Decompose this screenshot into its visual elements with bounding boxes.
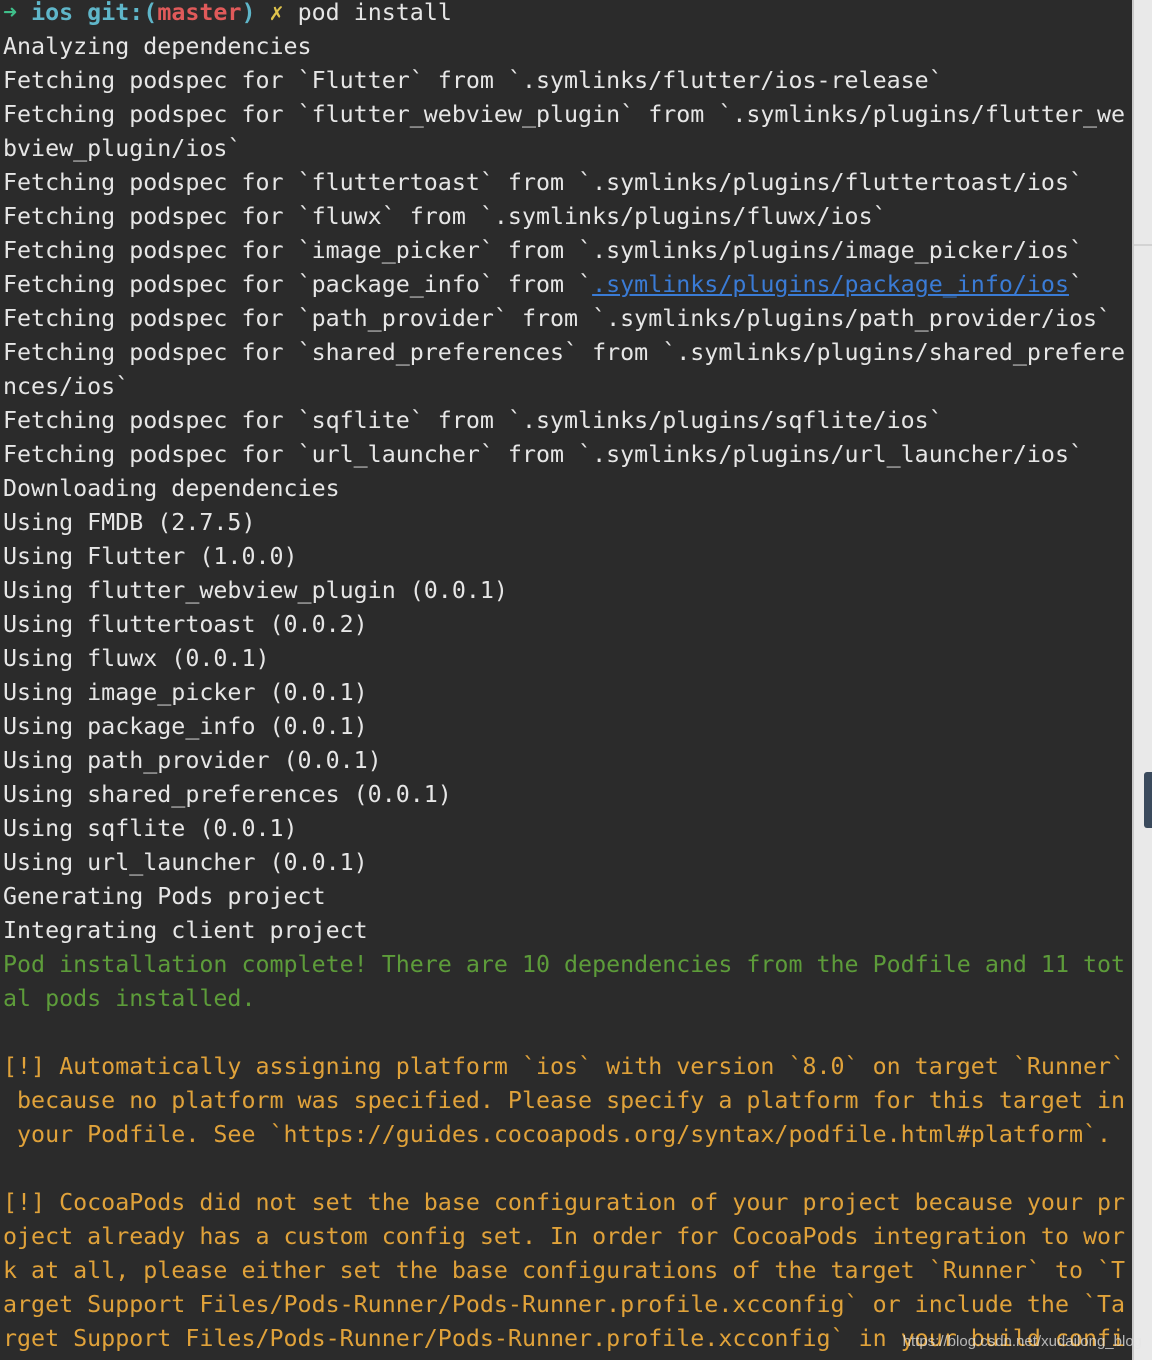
- warning-line: arget Support Files/Pods-Runner/Pods-Run…: [3, 1291, 1126, 1318]
- terminal-output: ➜ ios git:(master) ✗ pod install Analyzi…: [3, 0, 1125, 1356]
- output-line: Fetching podspec for `Flutter` from `.sy…: [3, 67, 943, 94]
- success-line: Pod installation complete! There are 10 …: [3, 951, 1126, 978]
- prompt-dirty-icon: ✗: [269, 0, 284, 26]
- prompt-git-close: ): [241, 0, 256, 26]
- output-line-with-link: Fetching podspec for `package_info` from…: [3, 268, 1125, 302]
- output-line: Fetching podspec for `sqflite` from `.sy…: [3, 407, 943, 434]
- path-link[interactable]: .symlinks/plugins/package_info/ios: [592, 271, 1069, 298]
- warning-line: [!] Automatically assigning platform `io…: [3, 1053, 1126, 1080]
- terminal-window[interactable]: ➜ ios git:(master) ✗ pod install Analyzi…: [0, 0, 1132, 1360]
- prompt-branch: master: [157, 0, 242, 26]
- link-line-suffix: `: [1068, 271, 1084, 298]
- output-line: Fetching podspec for `url_launcher` from…: [3, 441, 1083, 468]
- output-line: Using fluwx (0.0.1): [3, 645, 270, 672]
- output-line: Using FMDB (2.7.5): [3, 509, 256, 536]
- output-line: Fetching podspec for `path_provider` fro…: [3, 305, 1112, 332]
- output-line: Downloading dependencies: [3, 475, 340, 502]
- blank-line: [3, 1016, 1125, 1050]
- warning-line: because no platform was specified. Pleas…: [3, 1087, 1126, 1114]
- link-line-prefix: Fetching podspec for `package_info` from…: [3, 271, 593, 298]
- output-line: Using image_picker (0.0.1): [3, 679, 368, 706]
- output-line: Fetching podspec for `image_picker` from…: [3, 237, 1083, 264]
- prompt-arrow-icon: ➜: [3, 0, 18, 26]
- success-line: al pods installed.: [3, 985, 256, 1012]
- output-line: Using package_info (0.0.1): [3, 713, 368, 740]
- warning-line: [!] CocoaPods did not set the base confi…: [3, 1189, 1126, 1216]
- output-line: Fetching podspec for `fluttertoast` from…: [3, 169, 1083, 196]
- blank-line: [3, 1152, 1125, 1186]
- output-line: Using url_launcher (0.0.1): [3, 849, 368, 876]
- prompt-command: pod install: [297, 0, 452, 26]
- output-line: Using sqflite (0.0.1): [3, 815, 298, 842]
- prompt-directory: ios: [31, 0, 74, 26]
- output-line: Fetching podspec for `shared_preferences…: [3, 339, 1126, 366]
- output-line: nces/ios`: [3, 373, 130, 400]
- output-line: Using Flutter (1.0.0): [3, 543, 298, 570]
- output-line: bview_plugin/ios`: [3, 135, 242, 162]
- output-line: Generating Pods project: [3, 883, 326, 910]
- output-line: Fetching podspec for `flutter_webview_pl…: [3, 101, 1126, 128]
- scrollbar-divider: [1132, 0, 1134, 1360]
- output-line: Analyzing dependencies: [3, 33, 312, 60]
- output-line: Using path_provider (0.0.1): [3, 747, 382, 774]
- output-line: Using shared_preferences (0.0.1): [3, 781, 452, 808]
- output-line: Using fluttertoast (0.0.2): [3, 611, 368, 638]
- scrollbar-track[interactable]: [1132, 0, 1152, 1360]
- warning-line: k at all, please either set the base con…: [3, 1257, 1126, 1284]
- prompt-git-label: git:(: [87, 0, 158, 26]
- warning-line: your Podfile. See `https://guides.cocoap…: [3, 1121, 1112, 1148]
- output-line: Integrating client project: [3, 917, 368, 944]
- warning-line: oject already has a custom config set. I…: [3, 1223, 1126, 1250]
- output-line: Fetching podspec for `fluwx` from `.syml…: [3, 203, 887, 230]
- scrollbar-marker: [1134, 244, 1152, 246]
- prompt-line: ➜ ios git:(master) ✗ pod install: [3, 0, 1125, 30]
- output-line: Using flutter_webview_plugin (0.0.1): [3, 577, 508, 604]
- side-window-thumbnail[interactable]: [1144, 772, 1152, 828]
- watermark-text: https://blog.csdn.net/xudailong_blog: [902, 1333, 1142, 1350]
